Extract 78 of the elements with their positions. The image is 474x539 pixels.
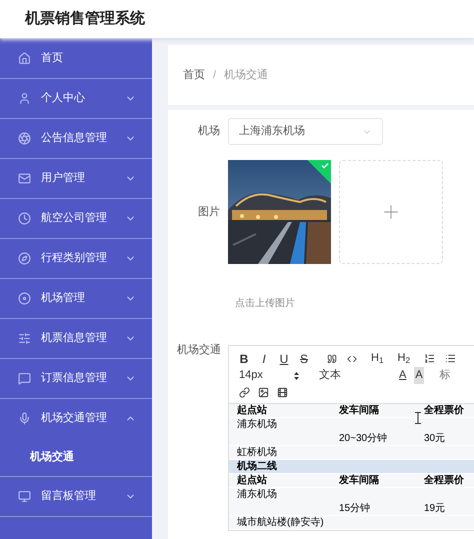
table-cell: 虹桥机场 [237,446,277,459]
app-title: 机票销售管理系统 [25,8,145,29]
sidebar-item[interactable]: 个人中心 [0,79,152,118]
sidebar-item[interactable]: 用户管理 [0,159,152,198]
menu-label: 用户管理 [41,170,86,186]
updown-icon [294,372,299,380]
menu-label: 个人中心 [41,90,86,106]
code-icon[interactable] [347,354,357,364]
font-size-select[interactable]: 14px [239,367,309,384]
sidebar-item[interactable]: 行程类别管理 [0,239,152,278]
user-icon [18,92,31,105]
link-icon[interactable] [239,386,250,398]
mail-icon [18,172,31,185]
text-cursor-icon [415,412,421,424]
bullet-list-icon[interactable] [445,353,456,364]
sidebar-item[interactable]: 机场交通管理 [0,399,152,438]
table-cell: 起点站 [237,474,267,487]
sliders-icon [18,332,31,345]
format-button[interactable]: U [279,350,289,368]
text-style-select[interactable]: 文本 [319,367,391,384]
font-color-button[interactable]: A [399,367,406,384]
table-cell: 机场二线 [237,460,277,473]
clock-icon [18,212,31,225]
font-label[interactable]: 标 [440,367,451,384]
sidebar-item[interactable]: 机场管理 [0,279,152,318]
sidebar-item[interactable]: 订票信息管理 [0,359,152,398]
aperture-icon [18,132,31,145]
menu-label: 公告信息管理 [41,130,108,146]
chat-icon [18,372,31,385]
menu-label: 订票信息管理 [41,371,108,386]
field-label: 机场交通 [176,342,222,358]
field-label: 图片 [197,204,221,220]
heading-button[interactable]: H$_{1}$ [371,350,384,367]
home-icon [18,52,31,65]
rich-text-editor[interactable]: B I U S H$_{1}$ H$_{2}$ 14px 文本 A A 标 起点站 发车间隔 全程票价 浦东机场 20~30分钟 30元 虹桥机场 机场二线 起点站 发车间隔 全程票价 浦东机场 15分钟 19元 城市航站楼(静安寺) [228,345,474,531]
background-color-button[interactable]: A [414,367,424,384]
table-cell: 19元 [424,502,446,515]
table-cell: 浦东机场 [237,418,277,431]
menu-label: 首页 [41,51,64,66]
table-cell: 城市航站楼(静安寺) [237,516,324,529]
heading-button[interactable]: H$_{2}$ [398,350,410,367]
airport-select[interactable]: 上海浦东机场 [228,118,383,145]
monitor-icon [18,490,31,503]
compass-icon [18,252,31,265]
table-cell: 30元 [424,432,446,445]
menu-label: 机场交通管理 [41,410,108,426]
microphone-icon [18,412,31,425]
sidebar-item[interactable]: 留言板管理 [0,477,152,516]
sidebar-item[interactable]: 机票信息管理 [0,319,152,358]
breadcrumb-link[interactable]: 首页 [183,66,205,84]
sidebar-item[interactable]: 公告信息管理 [0,119,152,158]
table-cell: 15分钟 [339,502,370,515]
format-button[interactable]: S [299,350,309,368]
sidebar-item[interactable]: 航空公司管理 [0,199,152,238]
table-cell: 发车间隔 [339,474,379,487]
submenu-item[interactable]: 机场交通 [0,438,152,476]
table-cell: 起点站 [237,404,267,417]
table-cell: 全程票价 [424,474,464,487]
format-button[interactable]: B [239,350,249,368]
menu-label: 行程类别管理 [41,251,108,266]
table-cell: 浦东机场 [237,488,277,501]
menu-label: 机票信息管理 [41,331,108,346]
menu-label: 机场管理 [41,291,86,306]
table-cell: 全程票价 [424,404,464,417]
format-button[interactable]: I [259,350,269,368]
table-cell: 发车间隔 [339,404,379,417]
menu-label: 航空公司管理 [41,210,108,226]
video-icon[interactable] [277,386,288,398]
field-label: 机场 [197,124,221,140]
quote-icon[interactable] [327,354,337,364]
menu-label: 留言板管理 [41,488,97,504]
disc-icon [18,292,31,305]
ordered-list-icon[interactable] [424,353,436,364]
upload-hint: 点击上传图片 [235,298,295,309]
table-cell: 20~30分钟 [339,432,388,445]
breadcrumb-separator: / [213,68,216,83]
image-icon[interactable] [258,386,269,398]
sidebar-item[interactable]: 首页 [0,39,152,78]
